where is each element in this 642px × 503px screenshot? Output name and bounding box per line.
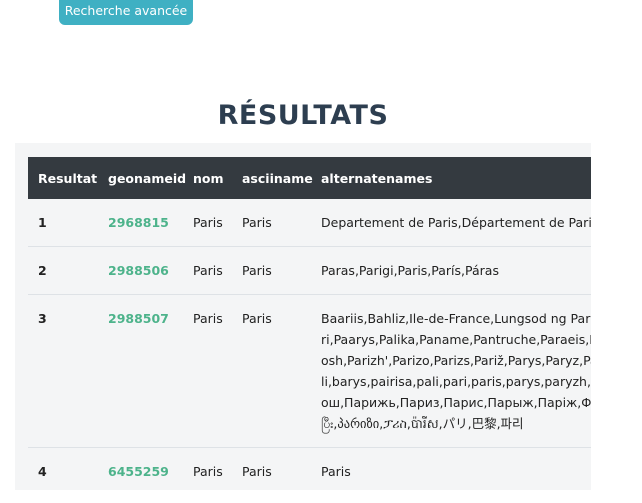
column-header-asciiname: asciiname [232, 157, 313, 199]
results-table-scroll-area[interactable]: Resultat geonameid nom asciiname alterna… [28, 157, 591, 490]
cell-asciiname: Paris [232, 294, 311, 448]
geonameid-link[interactable]: 2968815 [108, 215, 169, 230]
cell-geonameid: 2988506 [98, 246, 183, 295]
column-header-nom: nom [183, 157, 232, 199]
cell-nom: Paris [183, 246, 232, 295]
cell-asciiname: Paris [232, 447, 311, 490]
cell-resultat: 4 [28, 447, 98, 490]
table-header-row: Resultat geonameid nom asciiname alterna… [28, 157, 591, 199]
cell-alternatenames: Baariis,Bahliz,Ile-de-France,Lungsod ng … [311, 294, 591, 448]
table-row: 4 6455259 Paris Paris Paris [28, 447, 591, 490]
cell-alternatenames: Paras,Parigi,Paris,París,Páras [311, 246, 591, 295]
alternatenames-text: Paras,Parigi,Paris,París,Páras [321, 263, 499, 278]
results-table: Resultat geonameid nom asciiname alterna… [28, 157, 591, 490]
geonameid-link[interactable]: 2988507 [108, 311, 169, 326]
table-row: 3 2988507 Paris Paris Baariis,Bahliz,Ile… [28, 294, 591, 448]
alternatenames-line: Baariis,Bahliz,Ile-de-France,Lungsod ng … [321, 311, 591, 326]
cell-geonameid: 2988507 [98, 294, 183, 448]
cell-geonameid: 2968815 [98, 199, 183, 247]
alternatenames-text: Departement de Paris,Département de Pari… [321, 215, 591, 230]
page: Recherche avancée RÉSULTATS Resultat geo… [0, 0, 642, 503]
alternatenames-line: osh,Parizh',Parizo,Parizs,Pariž,Parys,Pa… [321, 353, 591, 368]
alternatenames-line: ပြီး,პარიზი,ፓሪስ,ប៉ារីស,パリ,巴黎,파리 [321, 416, 524, 431]
column-header-resultat: Resultat [28, 157, 98, 199]
alternatenames-text: Paris [321, 464, 351, 479]
cell-nom: Paris [183, 447, 232, 490]
alternatenames-line: ош,Парижь,Париз,Парис,Парыж,Паріж,Փար [321, 395, 591, 410]
results-panel: Resultat geonameid nom asciiname alterna… [15, 143, 591, 490]
table-row: 1 2968815 Paris Paris Departement de Par… [28, 199, 591, 247]
cell-alternatenames: Paris [311, 447, 591, 490]
geonameid-link[interactable]: 6455259 [108, 464, 169, 479]
cell-resultat: 2 [28, 246, 98, 295]
column-header-alternatenames: alternatenames [311, 157, 591, 199]
cell-nom: Paris [183, 294, 232, 448]
geonameid-link[interactable]: 2988506 [108, 263, 169, 278]
alternatenames-line: ri,Paarys,Palika,Paname,Pantruche,Paraei… [321, 332, 591, 347]
cell-resultat: 3 [28, 294, 98, 448]
cell-asciiname: Paris [232, 199, 311, 247]
cell-alternatenames: Departement de Paris,Département de Pari… [311, 199, 591, 247]
table-row: 2 2988506 Paris Paris Paras,Parigi,Paris… [28, 246, 591, 295]
cell-nom: Paris [183, 199, 232, 247]
cell-resultat: 1 [28, 199, 98, 247]
results-title: RÉSULTATS [217, 100, 389, 131]
cell-geonameid: 6455259 [98, 447, 183, 490]
cell-asciiname: Paris [232, 246, 311, 295]
column-header-geonameid: geonameid [98, 157, 186, 199]
alternatenames-line: li,barys,pairisa,pali,pari,paris,parys,p… [321, 374, 591, 389]
advanced-search-button[interactable]: Recherche avancée [59, 0, 193, 25]
